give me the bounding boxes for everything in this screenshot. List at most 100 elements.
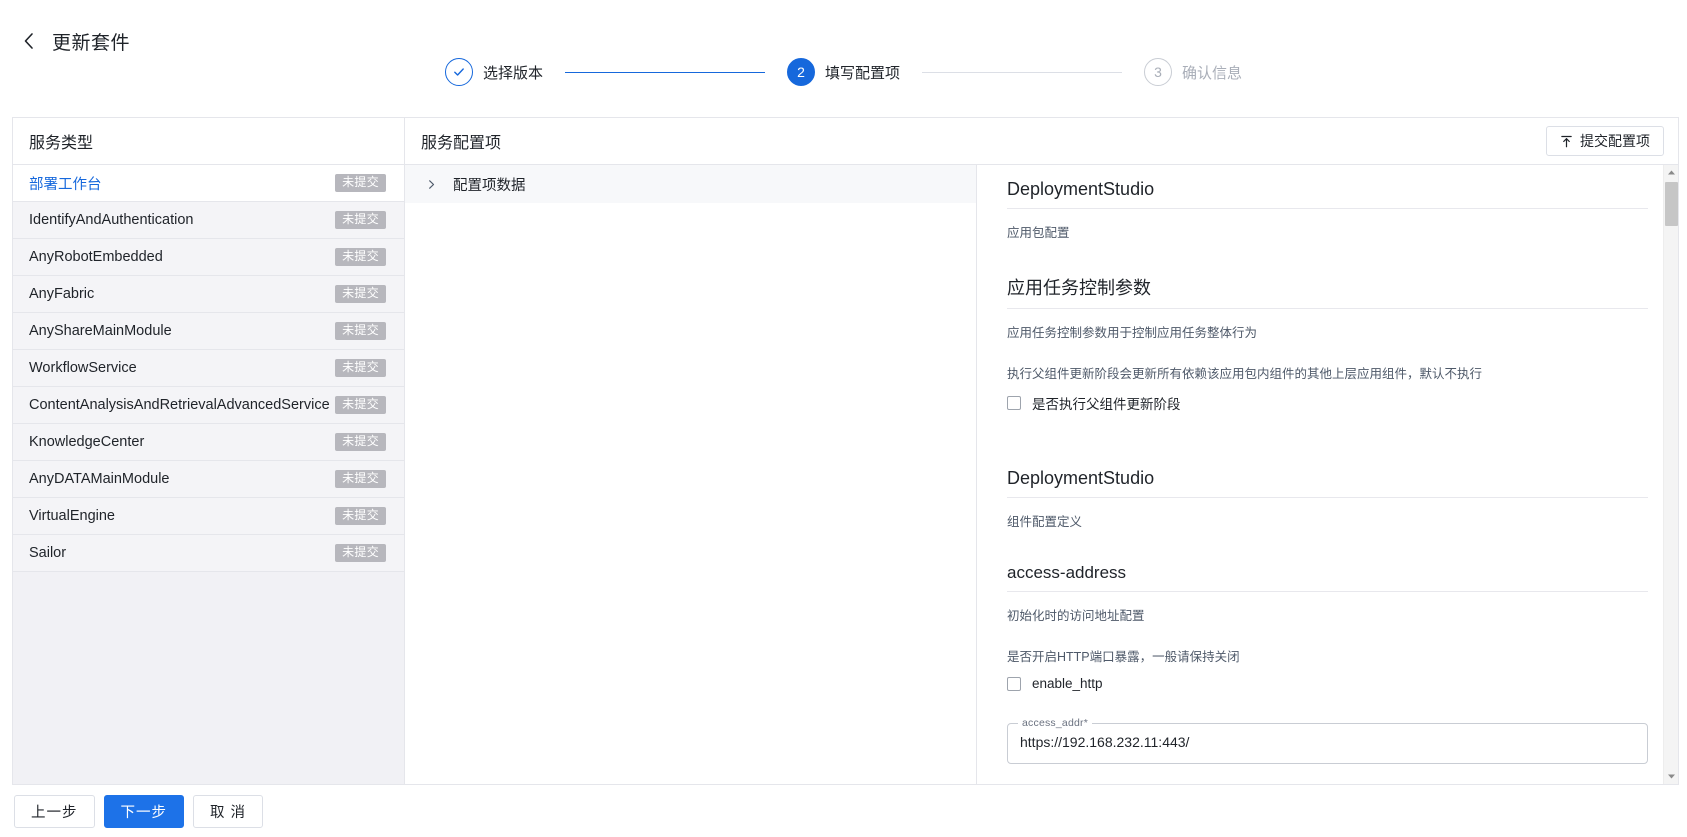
access-addr-label-text: access_addr bbox=[1022, 717, 1084, 729]
section-description-4: 初始化时的访问地址配置 bbox=[1007, 609, 1145, 623]
status-badge: 未提交 bbox=[335, 543, 386, 563]
service-row-anyrobotembedded[interactable]: AnyRobotEmbedded 未提交 bbox=[13, 239, 404, 276]
previous-step-button[interactable]: 上一步 bbox=[14, 794, 95, 828]
service-row-workflowservice[interactable]: WorkflowService 未提交 bbox=[13, 350, 404, 387]
section-heading-task-control-params: 应用任务控制参数 bbox=[1007, 274, 1648, 309]
config-panel: 服务配置项 提交配置项 配置项数据 DeploymentStudio 应用包配置… bbox=[405, 118, 1678, 784]
status-badge: 未提交 bbox=[335, 469, 386, 489]
upload-icon bbox=[1560, 135, 1573, 148]
status-badge: 未提交 bbox=[335, 284, 386, 304]
required-mark: * bbox=[1083, 717, 1089, 729]
service-row-identifyandauthentication[interactable]: IdentifyAndAuthentication 未提交 bbox=[13, 202, 404, 239]
page-title: 更新套件 bbox=[52, 32, 131, 54]
section-heading-deploymentstudio-2: DeploymentStudio bbox=[1007, 468, 1648, 498]
cancel-button[interactable]: 取 消 bbox=[193, 794, 264, 828]
checkbox-box[interactable] bbox=[1007, 676, 1021, 691]
service-name: Sailor bbox=[29, 545, 67, 561]
config-panel-title: 服务配置项 bbox=[421, 135, 502, 152]
service-row-sailor[interactable]: Sailor 未提交 bbox=[13, 535, 404, 572]
access-addr-fieldset: access_addr* bbox=[1007, 717, 1648, 764]
step-select-version[interactable]: 选择版本 bbox=[444, 58, 543, 86]
section-heading-deploymentstudio-1: DeploymentStudio bbox=[1007, 179, 1648, 209]
tree-node-config-data[interactable]: 配置项数据 bbox=[405, 165, 976, 203]
status-badge: 未提交 bbox=[335, 432, 386, 452]
step-connector-2 bbox=[922, 71, 1122, 73]
checkbox-label: 是否执行父组件更新阶段 bbox=[1032, 397, 1181, 412]
step-2-indicator: 2 bbox=[786, 58, 815, 86]
scroll-down-arrow-icon[interactable] bbox=[1664, 769, 1679, 784]
checkbox-enable-http[interactable]: enable_http bbox=[1007, 676, 1648, 691]
service-row-anyfabric[interactable]: AnyFabric 未提交 bbox=[13, 276, 404, 313]
step-3-indicator: 3 bbox=[1144, 58, 1172, 86]
access-addr-field-wrapper: access_addr* bbox=[1007, 717, 1648, 764]
field-hint-parent-update: 执行父组件更新阶段会更新所有依赖该应用包内组件的其他上层应用组件，默认不执行 bbox=[1007, 367, 1483, 381]
service-row-anysharemainmodule[interactable]: AnyShareMainModule 未提交 bbox=[13, 313, 404, 350]
access-addr-input[interactable] bbox=[1008, 734, 1647, 758]
scrollbar-thumb[interactable] bbox=[1665, 182, 1678, 226]
service-name: ContentAnalysisAndRetrievalAdvancedServi… bbox=[29, 397, 330, 413]
service-name: AnyShareMainModule bbox=[29, 323, 172, 339]
service-type-panel: 服务类型 部署工作台 未提交 IdentifyAndAuthentication… bbox=[13, 118, 405, 784]
section-description-3: 组件配置定义 bbox=[1007, 515, 1083, 529]
chevron-left-icon[interactable] bbox=[18, 30, 40, 52]
service-row-deployment-workbench[interactable]: 部署工作台 未提交 bbox=[13, 165, 404, 202]
status-badge: 未提交 bbox=[335, 210, 386, 230]
config-panel-header: 服务配置项 提交配置项 bbox=[405, 118, 1678, 165]
service-name: 部署工作台 bbox=[29, 176, 102, 193]
step-2-label: 填写配置项 bbox=[824, 64, 900, 82]
step-1-label: 选择版本 bbox=[482, 64, 543, 82]
status-badge: 未提交 bbox=[335, 395, 386, 415]
service-name: AnyFabric bbox=[29, 286, 95, 302]
section-description-2: 应用任务控制参数用于控制应用任务整体行为 bbox=[1007, 326, 1258, 340]
stepper: 选择版本 2 填写配置项 3 确认信息 bbox=[0, 58, 1687, 86]
step-connector-1 bbox=[564, 71, 765, 73]
status-badge: 未提交 bbox=[335, 173, 386, 193]
access-addr-label: access_addr* bbox=[1018, 717, 1092, 729]
checkbox-parent-component-update[interactable]: 是否执行父组件更新阶段 bbox=[1007, 393, 1648, 413]
tree-node-label: 配置项数据 bbox=[453, 177, 526, 194]
service-row-virtualengine[interactable]: VirtualEngine 未提交 bbox=[13, 498, 404, 535]
scrollbar-track[interactable] bbox=[1664, 180, 1678, 769]
checkbox-label: enable_http bbox=[1032, 676, 1103, 691]
service-name: KnowledgeCenter bbox=[29, 434, 145, 450]
checkbox-box[interactable] bbox=[1007, 396, 1021, 410]
scroll-up-arrow-icon[interactable] bbox=[1664, 165, 1679, 180]
section-heading-access-address: access-address bbox=[1007, 563, 1648, 592]
service-row-anydatamainmodule[interactable]: AnyDATAMainModule 未提交 bbox=[13, 461, 404, 498]
next-step-button[interactable]: 下一步 bbox=[103, 794, 184, 828]
config-body: 配置项数据 DeploymentStudio 应用包配置 应用任务控制参数 应用… bbox=[405, 165, 1678, 784]
step-1-indicator bbox=[444, 58, 473, 86]
config-tree-column: 配置项数据 bbox=[405, 165, 977, 784]
step-3-label: 确认信息 bbox=[1182, 64, 1243, 82]
service-name: AnyRobotEmbedded bbox=[29, 249, 163, 265]
step-confirm-info[interactable]: 3 确认信息 bbox=[1144, 58, 1242, 86]
submit-config-button[interactable]: 提交配置项 bbox=[1546, 126, 1664, 156]
step-fill-config[interactable]: 2 填写配置项 bbox=[786, 58, 900, 86]
footer-actions: 上一步 下一步 取 消 bbox=[0, 785, 1687, 837]
service-row-contentanalysisandretrievaladvancedservice[interactable]: ContentAnalysisAndRetrievalAdvancedServi… bbox=[13, 387, 404, 424]
config-form-scrollbar[interactable] bbox=[1663, 165, 1678, 784]
submit-config-button-label: 提交配置项 bbox=[1580, 133, 1650, 149]
status-badge: 未提交 bbox=[335, 247, 386, 267]
service-row-knowledgecenter[interactable]: KnowledgeCenter 未提交 bbox=[13, 424, 404, 461]
section-description-1: 应用包配置 bbox=[1007, 226, 1070, 240]
chevron-right-icon[interactable] bbox=[423, 176, 439, 192]
config-form: DeploymentStudio 应用包配置 应用任务控制参数 应用任务控制参数… bbox=[977, 165, 1678, 784]
service-name: WorkflowService bbox=[29, 360, 137, 376]
service-type-list: 部署工作台 未提交 IdentifyAndAuthentication 未提交 … bbox=[13, 165, 404, 784]
service-name: IdentifyAndAuthentication bbox=[29, 212, 194, 228]
status-badge: 未提交 bbox=[335, 506, 386, 526]
field-hint-enable-http: 是否开启HTTP端口暴露，一般请保持关闭 bbox=[1007, 650, 1240, 664]
status-badge: 未提交 bbox=[335, 358, 386, 378]
main-content: 服务类型 部署工作台 未提交 IdentifyAndAuthentication… bbox=[12, 117, 1679, 785]
config-form-column: DeploymentStudio 应用包配置 应用任务控制参数 应用任务控制参数… bbox=[977, 165, 1678, 784]
